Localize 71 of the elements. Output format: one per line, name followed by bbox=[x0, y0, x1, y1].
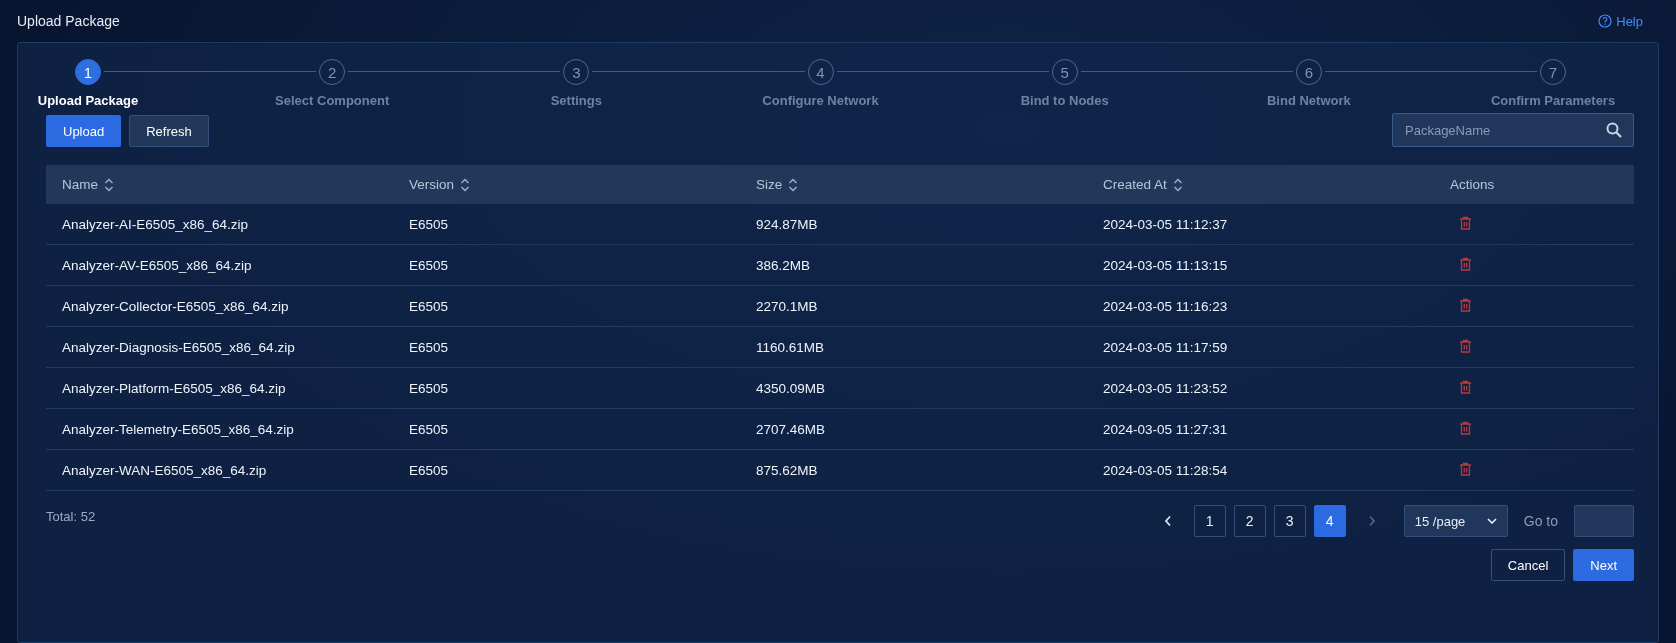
page-button[interactable]: 4 bbox=[1313, 505, 1346, 537]
table-cell: 2024-03-05 11:12:37 bbox=[1103, 216, 1228, 232]
help-link[interactable]: Help bbox=[1598, 13, 1643, 29]
total-count: Total: 52 bbox=[46, 509, 96, 526]
sort-icon[interactable] bbox=[460, 177, 471, 192]
table-cell: E6505 bbox=[409, 462, 449, 478]
previous-page-icon[interactable] bbox=[1163, 515, 1172, 527]
table-cell: 2707.46MB bbox=[756, 421, 826, 437]
search-field[interactable]: PackageName bbox=[1392, 113, 1634, 147]
page-size-dropdown[interactable]: 15 /page bbox=[1403, 505, 1508, 537]
trash-icon[interactable] bbox=[1459, 256, 1472, 271]
table-cell: 2024-03-05 11:28:54 bbox=[1103, 462, 1228, 478]
page-number-field[interactable] bbox=[1574, 505, 1634, 537]
refresh-button[interactable]: Refresh bbox=[129, 115, 209, 147]
trash-icon[interactable] bbox=[1459, 215, 1472, 230]
table-cell: 2024-03-05 11:17:59 bbox=[1103, 339, 1228, 355]
upload-button[interactable]: Upload bbox=[46, 115, 122, 147]
table-cell: 2024-03-05 11:23:52 bbox=[1103, 380, 1228, 396]
step-label: Configure Network bbox=[761, 92, 880, 110]
step-label: Select Component bbox=[274, 92, 391, 110]
table-cell: Analyzer-Platform-E6505_x86_64.zip bbox=[62, 380, 286, 396]
sort-icon[interactable] bbox=[788, 177, 799, 192]
page-button[interactable]: 2 bbox=[1233, 505, 1266, 537]
column-header: Created At bbox=[1103, 177, 1167, 192]
table-cell: Analyzer-AV-E6505_x86_64.zip bbox=[62, 257, 252, 273]
table-cell: 2270.1MB bbox=[756, 298, 818, 314]
step-label: Upload Package bbox=[36, 92, 140, 110]
table-cell: 4350.09MB bbox=[756, 380, 826, 396]
step-number: 1 bbox=[75, 59, 101, 85]
table-cell: Analyzer-Diagnosis-E6505_x86_64.zip bbox=[62, 339, 295, 355]
page-title: Upload Package bbox=[17, 13, 120, 29]
page-button[interactable]: 1 bbox=[1193, 505, 1226, 537]
trash-icon[interactable] bbox=[1459, 379, 1472, 394]
sort-icon[interactable] bbox=[1172, 177, 1183, 192]
table-cell: E6505 bbox=[409, 421, 449, 437]
table-cell: Analyzer-Telemetry-E6505_x86_64.zip bbox=[62, 421, 294, 437]
step-label: Confirm Parameters bbox=[1489, 92, 1617, 110]
trash-icon[interactable] bbox=[1459, 297, 1472, 312]
table-cell: E6505 bbox=[409, 257, 449, 273]
trash-icon[interactable] bbox=[1459, 338, 1472, 353]
table-cell: 386.2MB bbox=[756, 257, 811, 273]
column-header: Version bbox=[409, 177, 455, 192]
table-cell: 1160.61MB bbox=[756, 339, 825, 355]
table-cell: E6505 bbox=[409, 216, 449, 232]
trash-icon[interactable] bbox=[1459, 461, 1472, 476]
step-label: Bind to Nodes bbox=[1019, 92, 1110, 110]
column-header: Name bbox=[62, 177, 98, 192]
page-button[interactable]: 3 bbox=[1273, 505, 1306, 537]
sort-icon[interactable] bbox=[104, 177, 114, 192]
step-label: Bind Network bbox=[1265, 92, 1352, 110]
table-cell: Analyzer-AI-E6505_x86_64.zip bbox=[62, 216, 249, 232]
table-cell: 924.87MB bbox=[756, 216, 818, 232]
table-cell: 2024-03-05 11:13:15 bbox=[1103, 257, 1228, 273]
next-button[interactable]: Next bbox=[1573, 549, 1634, 581]
table-cell: 875.62MB bbox=[756, 462, 818, 478]
table-cell: 2024-03-05 11:16:23 bbox=[1103, 298, 1228, 314]
search-icon bbox=[1606, 122, 1622, 138]
column-header: Actions bbox=[1450, 177, 1495, 192]
column-header: Size bbox=[756, 177, 783, 192]
chevron-down-icon bbox=[1486, 518, 1497, 524]
table-cell: Analyzer-Collector-E6505_x86_64.zip bbox=[62, 298, 289, 314]
trash-icon[interactable] bbox=[1459, 420, 1472, 435]
table-cell: E6505 bbox=[409, 339, 449, 355]
table-cell: 2024-03-05 11:27:31 bbox=[1103, 421, 1228, 437]
table-cell: E6505 bbox=[409, 380, 449, 396]
cancel-button[interactable]: Cancel bbox=[1490, 549, 1566, 581]
step-label: Settings bbox=[549, 92, 603, 110]
help-icon bbox=[1598, 14, 1613, 28]
go-to-label: Go to bbox=[1523, 513, 1558, 529]
table-cell: E6505 bbox=[409, 298, 449, 314]
table-cell: Analyzer-WAN-E6505_x86_64.zip bbox=[62, 462, 267, 478]
